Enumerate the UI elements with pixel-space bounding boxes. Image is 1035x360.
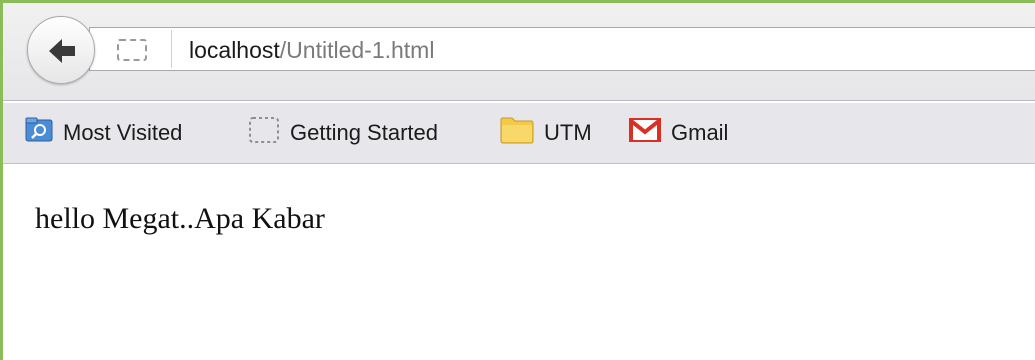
bookmark-label: Gmail bbox=[671, 120, 729, 145]
bookmark-label: UTM bbox=[544, 120, 592, 145]
url-field[interactable]: localhost/Untitled-1.html bbox=[189, 37, 434, 63]
url-host: localhost bbox=[189, 37, 280, 63]
bookmark-most-visited[interactable]: Most Visited bbox=[25, 103, 182, 163]
page-content: hello Megat..Apa Kabar bbox=[3, 164, 1035, 360]
page-placeholder-icon bbox=[248, 116, 280, 150]
folder-icon bbox=[500, 116, 534, 150]
browser-window: localhost/Untitled-1.html Most Visited G… bbox=[0, 0, 1035, 360]
gmail-icon bbox=[628, 117, 662, 149]
page-body-text: hello Megat..Apa Kabar bbox=[35, 202, 325, 235]
bookmarks-toolbar: Most Visited Getting Started UTM Gmail bbox=[3, 103, 1035, 164]
bookmark-label: Getting Started bbox=[290, 120, 438, 145]
bookmark-getting-started[interactable]: Getting Started bbox=[248, 103, 438, 163]
navigation-toolbar: localhost/Untitled-1.html bbox=[3, 3, 1035, 101]
back-arrow-icon bbox=[49, 39, 75, 63]
url-path: /Untitled-1.html bbox=[279, 37, 435, 63]
bookmark-gmail[interactable]: Gmail bbox=[628, 103, 729, 163]
bookmark-folder-utm[interactable]: UTM bbox=[500, 103, 592, 163]
site-identity-icon[interactable] bbox=[117, 39, 147, 61]
back-button[interactable] bbox=[27, 16, 95, 84]
most-visited-icon bbox=[25, 117, 53, 149]
url-divider bbox=[171, 30, 172, 68]
bookmark-label: Most Visited bbox=[63, 120, 183, 145]
